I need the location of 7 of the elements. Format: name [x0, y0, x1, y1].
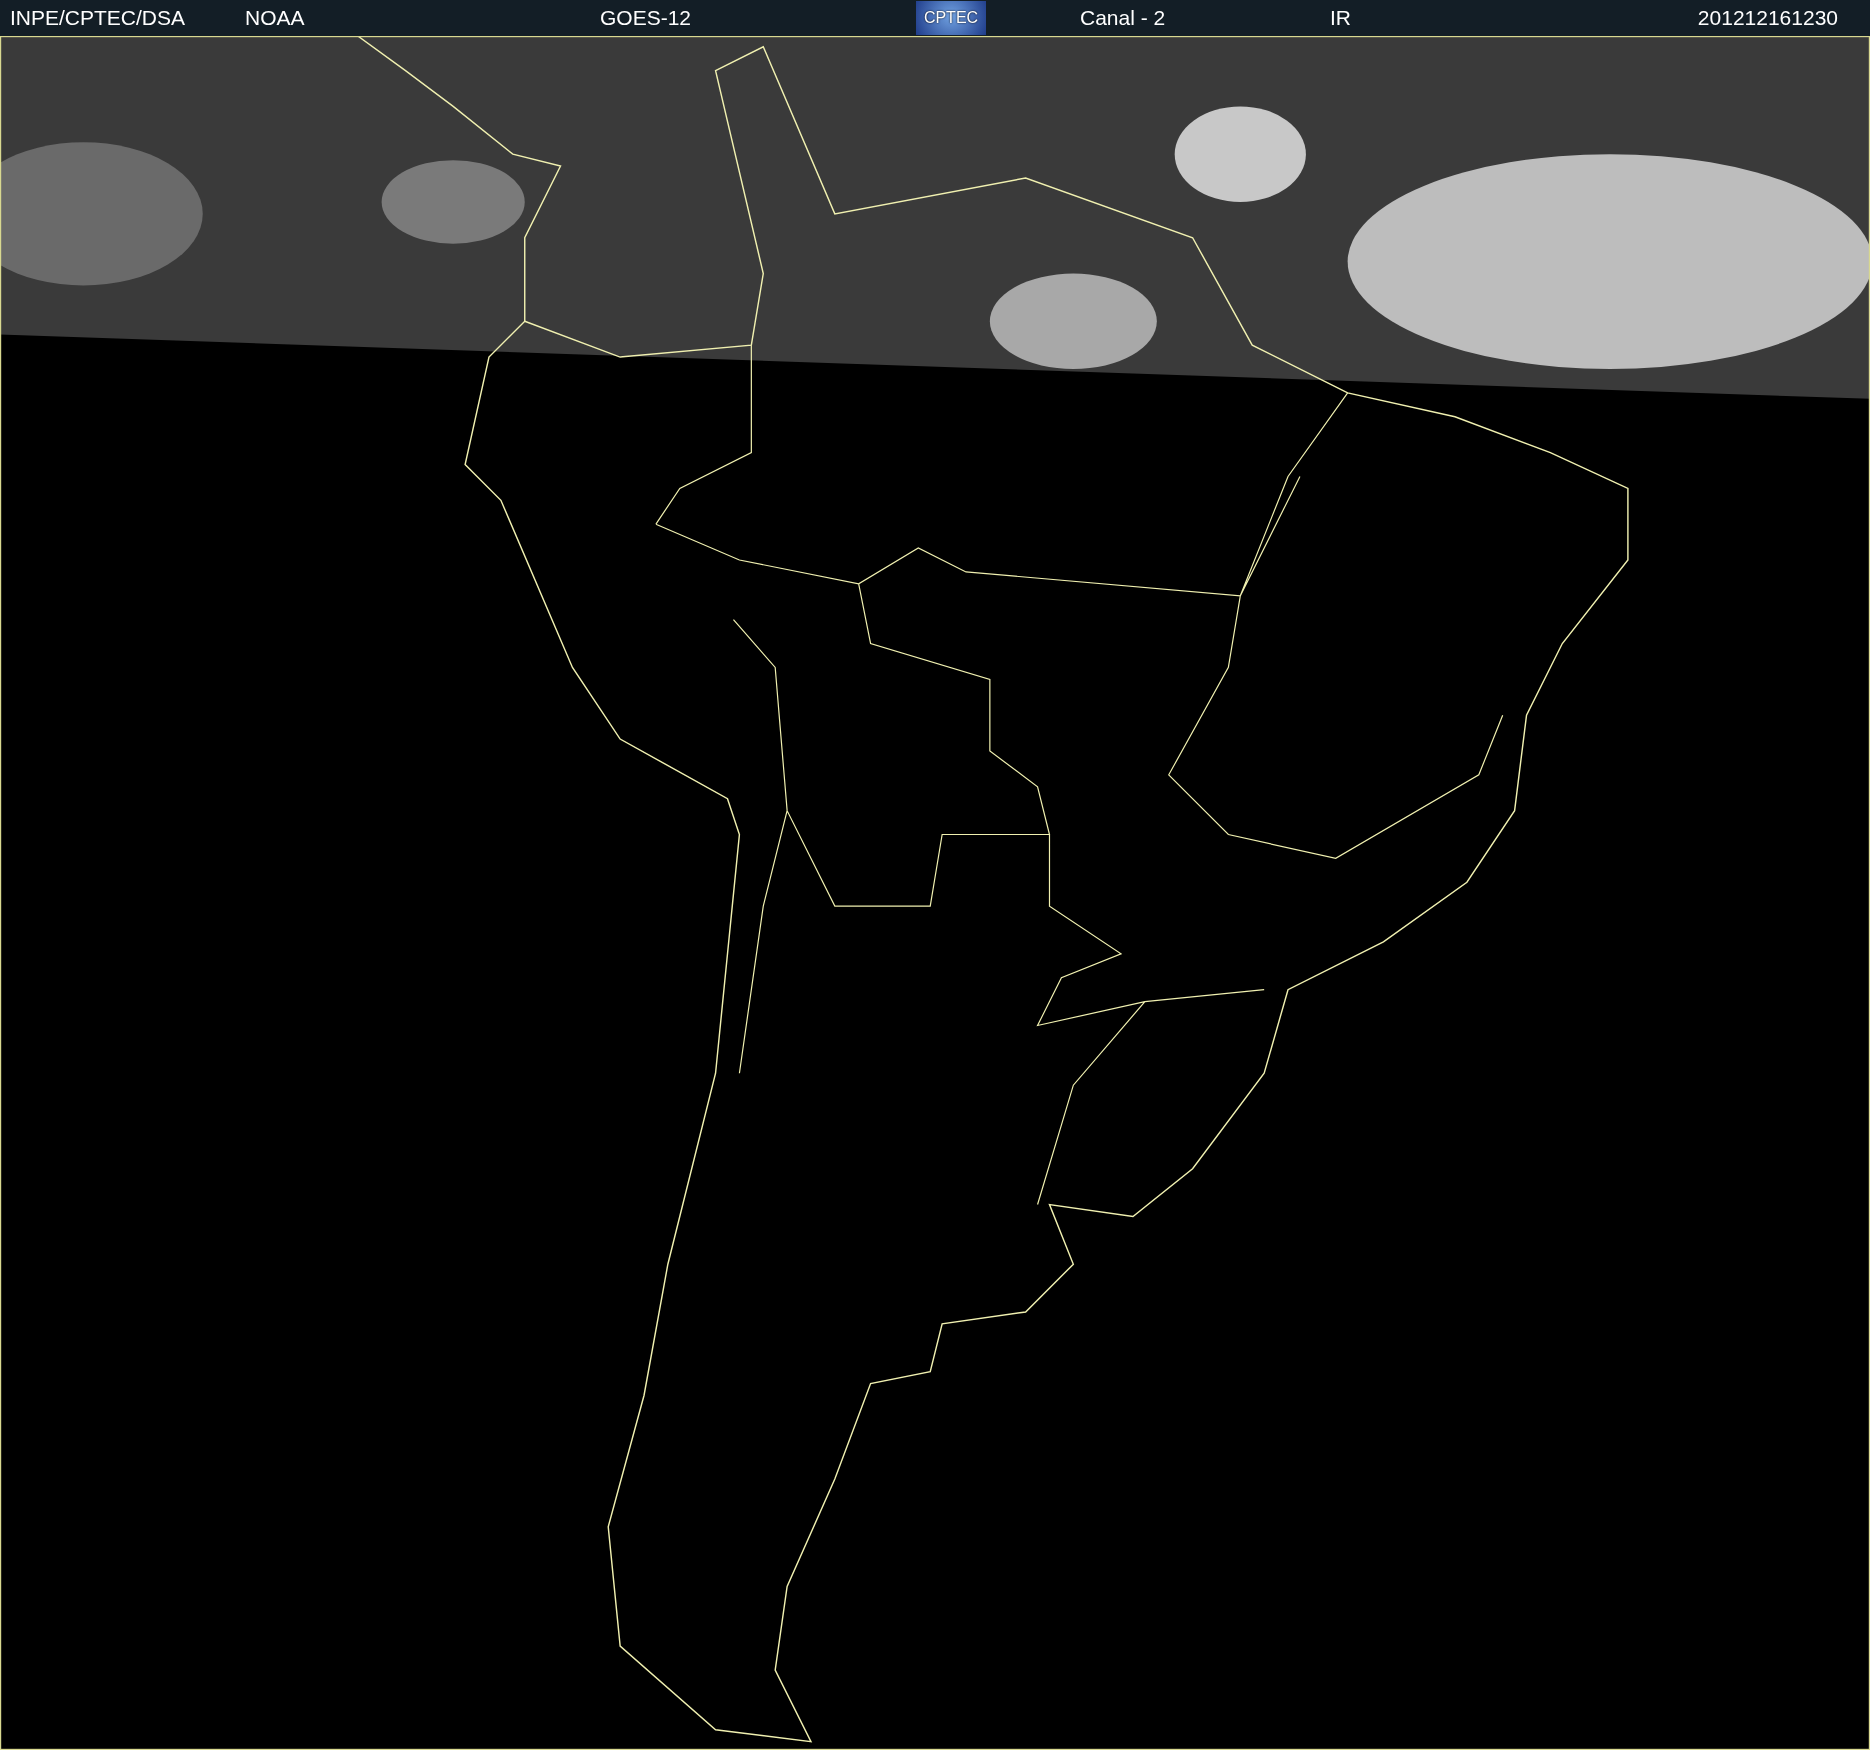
header-label: IR: [1330, 6, 1352, 30]
header-label: Canal - 2: [1080, 6, 1167, 30]
logo-badge: CPTEC: [916, 1, 986, 35]
header-label: NOAA: [245, 6, 306, 30]
header-label: 201212161230: [1697, 6, 1838, 30]
header-label: GOES-12: [600, 6, 693, 30]
header-label: INPE/CPTEC/DSA: [10, 6, 187, 30]
